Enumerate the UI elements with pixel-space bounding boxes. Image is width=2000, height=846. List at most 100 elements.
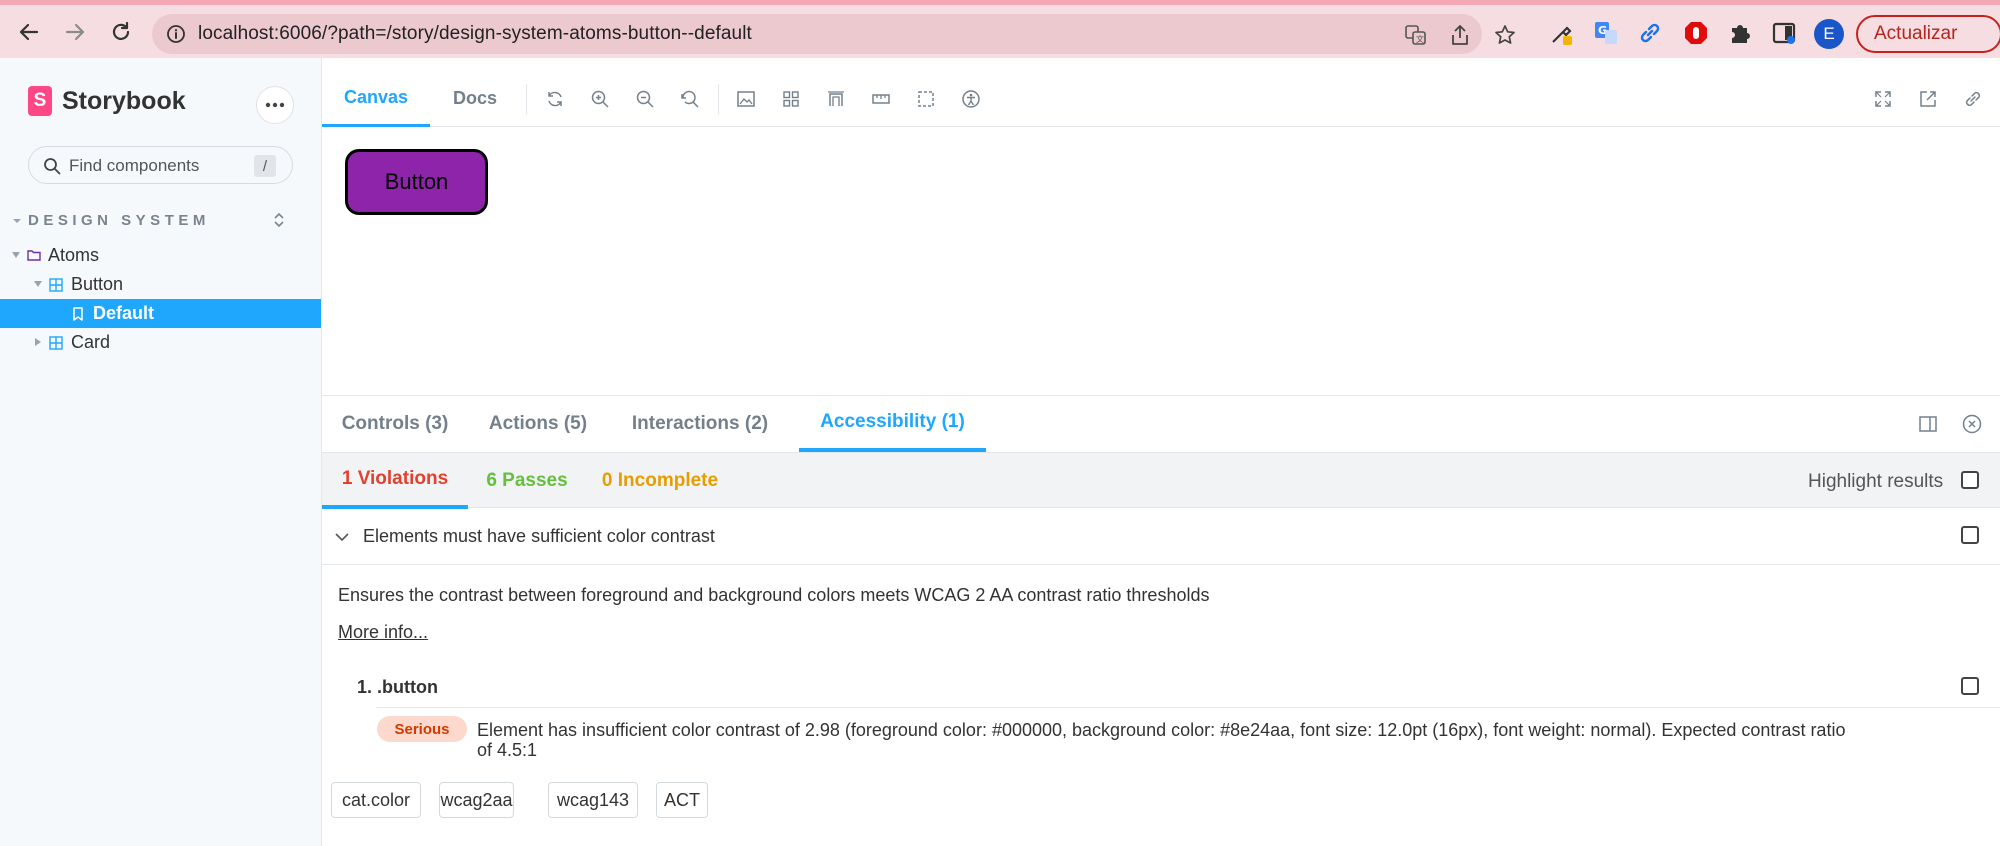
sidebar-item-card[interactable]: Card [0,328,321,357]
component-icon [49,278,63,292]
tag-pill: cat.color [331,782,421,818]
storybook-logo[interactable]: S Storybook [28,86,186,116]
highlight-results-checkbox[interactable] [1961,471,1979,489]
bookmark-icon [73,307,83,321]
search-placeholder: Find components [69,156,200,175]
sidebar-item-label: Default [93,303,155,323]
sidebar-item-label: Button [71,274,124,294]
panel-orientation-icon[interactable] [1919,416,1937,432]
tab-accessibility[interactable]: Accessibility (1) [799,396,986,452]
bookmark-star-icon[interactable] [1494,24,1516,46]
side-panel-icon[interactable] [1770,19,1798,47]
forward-button[interactable] [60,17,90,47]
a11y-results-tabs: 1 Violations 6 Passes 0 Incomplete Highl… [322,452,2000,509]
rule-highlight-checkbox[interactable] [1961,526,1979,544]
sidebar-item-atoms[interactable]: Atoms [0,241,321,270]
tab-canvas[interactable]: Canvas [322,70,430,127]
reload-button[interactable] [106,17,136,47]
tab-actions[interactable]: Actions (5) [468,396,608,452]
background-image-icon[interactable] [735,88,757,110]
arrow-left-icon [19,23,39,41]
measure-icon[interactable] [870,88,892,110]
update-browser-button[interactable]: Actualizar [1856,15,2000,53]
google-translate-extension-icon[interactable]: G [1592,19,1620,47]
remount-icon[interactable] [544,88,566,110]
sidebar: S Storybook Find components / DESIGN SYS… [0,58,321,846]
svg-text:文: 文 [1416,34,1424,44]
story-button-component[interactable]: Button [345,149,488,215]
violation-message-line2: of 4.5:1 [477,740,538,760]
fullscreen-icon[interactable] [1872,88,1894,110]
expanded-caret-icon [12,252,20,258]
extensions-puzzle-icon[interactable] [1726,19,1754,47]
rule-title: Elements must have sufficient color cont… [363,526,715,546]
group-title[interactable]: DESIGN SYSTEM [28,212,210,229]
tab-violations[interactable]: 1 Violations [322,453,468,509]
translate-icon[interactable]: 文 [1405,24,1427,46]
profile-avatar[interactable]: E [1814,19,1844,49]
tab-incomplete[interactable]: 0 Incomplete [586,453,734,509]
story-canvas: Button [322,128,2000,395]
site-info-icon[interactable] [166,24,186,44]
violation-message-line1: Element has insufficient color contrast … [477,720,1846,740]
zoom-reset-icon[interactable] [679,88,701,110]
tab-passes[interactable]: 6 Passes [468,453,586,509]
sidebar-item-label: Card [71,332,111,352]
search-icon [44,158,61,175]
tag-pill: wcag2aa [439,782,514,818]
storybook-logo-icon: S [28,86,52,116]
collapse-group-caret-icon[interactable] [12,217,22,225]
viewport-icon[interactable] [825,88,847,110]
copy-link-icon[interactable] [1962,88,1984,110]
back-button[interactable] [14,17,44,47]
ellipsis-icon [265,102,285,108]
link-extension-icon[interactable] [1636,19,1664,47]
eyedropper-extension-icon[interactable] [1548,19,1576,47]
tab-interactions[interactable]: Interactions (2) [608,396,792,452]
open-new-tab-icon[interactable] [1917,88,1939,110]
brand-name: Storybook [62,86,186,115]
arrow-right-icon [65,23,85,41]
more-info-link[interactable]: More info... [338,622,428,643]
toolbar-divider [718,84,719,114]
zoom-in-icon[interactable] [589,88,611,110]
expand-collapse-all-icon[interactable] [273,212,285,228]
share-icon[interactable] [1450,24,1470,46]
address-bar[interactable]: localhost:6006/?path=/story/design-syste… [152,14,1515,54]
sidebar-item-button[interactable]: Button [0,270,321,299]
browser-toolbar: localhost:6006/?path=/story/design-syste… [0,0,2000,58]
chevron-down-icon[interactable] [334,532,350,542]
tab-controls[interactable]: Controls (3) [322,396,468,452]
reload-icon [112,21,130,40]
addons-panel: Controls (3) Actions (5) Interactions (2… [322,395,2000,846]
search-input[interactable]: Find components / [28,146,293,184]
node-highlight-checkbox[interactable] [1961,677,1979,695]
impact-badge: Serious [377,716,467,742]
zoom-out-icon[interactable] [634,88,656,110]
tag-pill: ACT [656,782,708,818]
collapsed-caret-icon [35,338,41,346]
accessibility-vision-icon[interactable] [960,88,982,110]
tag-pill: wcag143 [548,782,638,818]
main-area: Canvas Docs Button Controls (3) Actions … [321,58,2000,846]
search-shortcut-key: / [254,155,276,177]
sidebar-item-default-story[interactable]: Default [0,299,321,328]
folder-icon [27,250,41,261]
adblock-extension-icon[interactable] [1682,19,1710,47]
sidebar-menu-button[interactable] [256,86,294,124]
url-text[interactable]: localhost:6006/?path=/story/design-syste… [198,23,752,45]
node-label[interactable]: 1. .button [357,677,438,698]
rule-description: Ensures the contrast between foreground … [338,585,1210,605]
toolbar-divider [526,84,527,114]
preview-toolbar: Canvas Docs [322,70,2000,127]
sidebar-item-label: Atoms [48,245,100,265]
expanded-caret-icon [34,281,42,287]
tab-docs[interactable]: Docs [430,70,520,127]
node-divider [377,707,2000,708]
rule-header-row[interactable]: Elements must have sufficient color cont… [322,508,2000,565]
outline-icon[interactable] [915,88,937,110]
highlight-results-label: Highlight results [1808,471,1944,492]
grid-icon[interactable] [780,88,802,110]
component-icon [49,336,63,350]
close-panel-icon[interactable] [1962,414,1982,434]
